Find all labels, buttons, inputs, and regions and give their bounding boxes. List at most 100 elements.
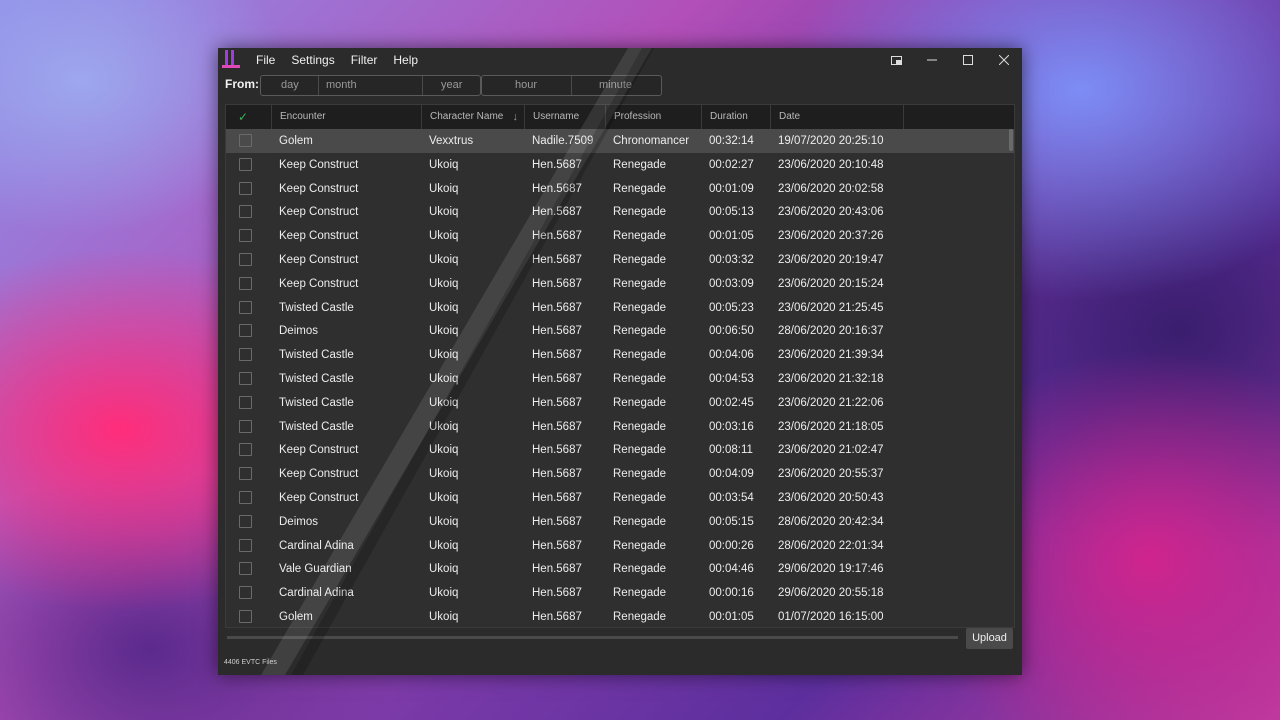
row-checkbox[interactable] <box>239 467 252 481</box>
row-checkbox[interactable] <box>239 157 252 171</box>
cell-profession: Renegade <box>613 158 667 171</box>
cell-character-name: Ukoiq <box>429 373 459 385</box>
table-row[interactable]: Keep Construct Ukoiq Hen.5687 Renegade 00:03… <box>226 248 1014 272</box>
minimize-icon[interactable] <box>914 48 950 72</box>
cell-duration: 00:05:15 <box>709 515 754 528</box>
table-row[interactable]: Keep Construct Ukoiq Hen.5687 Renegade 00:02… <box>226 153 1014 177</box>
table-row[interactable]: Keep Construct Ukoiq Hen.5687 Renegade 00:01… <box>226 224 1014 248</box>
close-icon[interactable] <box>986 48 1022 72</box>
table-row[interactable]: Deimos Ukoiq Hen.5687 Renegade 00:05:15 28/06… <box>226 510 1014 534</box>
cell-duration: 00:02:45 <box>709 396 754 409</box>
cell-encounter: Keep Construct <box>279 182 359 195</box>
table-row[interactable]: Keep Construct Ukoiq Hen.5687 Renegade 00:04… <box>226 462 1014 486</box>
upload-progress-bar <box>227 636 958 639</box>
row-checkbox[interactable] <box>239 324 252 338</box>
row-checkbox[interactable] <box>239 610 252 623</box>
table-row[interactable]: Keep Construct Ukoiq Hen.5687 Renegade 00:05… <box>226 200 1014 224</box>
cell-date: 23/06/2020 20:02:58 <box>778 182 884 195</box>
cell-username: Hen.5687 <box>532 254 582 266</box>
cell-encounter: Keep Construct <box>279 230 359 243</box>
cell-encounter: Twisted Castle <box>279 301 354 314</box>
table-row[interactable]: Twisted Castle Ukoiq Hen.5687 Renegade 00:04… <box>226 343 1014 367</box>
col-duration[interactable]: Duration <box>702 105 771 129</box>
table-row[interactable]: Golem Vexxtrus Nadile.7509 Chronomancer 00:3… <box>226 129 1014 153</box>
cell-profession: Renegade <box>613 206 667 219</box>
row-checkbox[interactable] <box>239 514 252 528</box>
row-checkbox[interactable] <box>239 253 252 266</box>
table-row[interactable]: Keep Construct Ukoiq Hen.5687 Renegade 00:08… <box>226 438 1014 462</box>
col-profession[interactable]: Profession <box>606 105 702 129</box>
menu-settings[interactable]: Settings <box>283 48 342 72</box>
cell-character-name: Ukoiq <box>429 539 459 552</box>
row-checkbox[interactable] <box>239 300 252 314</box>
app-window: File Settings Filter Help From: day mont <box>218 48 1022 675</box>
col-encounter[interactable]: Encounter <box>272 105 422 129</box>
cell-duration: 00:03:09 <box>709 277 754 290</box>
row-checkbox[interactable] <box>239 229 252 243</box>
cell-date: 29/06/2020 19:17:46 <box>778 563 884 576</box>
row-checkbox[interactable] <box>239 443 252 457</box>
date-input[interactable]: day month year <box>260 75 481 96</box>
table-row[interactable]: Keep Construct Ukoiq Hen.5687 Renegade 00:03… <box>226 486 1014 510</box>
table-row[interactable]: Cardinal Adina Ukoiq Hen.5687 Renegade 00:00… <box>226 534 1014 558</box>
day-field[interactable]: day <box>281 76 299 95</box>
cell-character-name: Ukoiq <box>429 468 459 481</box>
row-checkbox[interactable] <box>239 538 252 552</box>
cell-encounter: Keep Construct <box>279 492 359 504</box>
maximize-icon[interactable] <box>950 48 986 72</box>
menu-filter[interactable]: Filter <box>343 48 386 72</box>
row-checkbox[interactable] <box>239 276 252 290</box>
cell-date: 23/06/2020 20:10:48 <box>778 158 884 171</box>
table-row[interactable]: Keep Construct Ukoiq Hen.5687 Renegade 00:01… <box>226 177 1014 201</box>
cell-username: Hen.5687 <box>532 206 582 219</box>
minute-field[interactable]: minute <box>599 76 632 95</box>
row-checkbox[interactable] <box>239 562 252 576</box>
cell-duration: 00:04:46 <box>709 563 754 576</box>
cell-duration: 00:01:09 <box>709 182 754 195</box>
col-character-name[interactable]: Character Name ↓ <box>422 105 525 129</box>
cell-date: 23/06/2020 20:43:06 <box>778 206 884 219</box>
row-checkbox[interactable] <box>239 205 252 219</box>
cell-character-name: Ukoiq <box>429 254 459 266</box>
row-checkbox[interactable] <box>239 181 252 195</box>
cell-duration: 00:04:06 <box>709 349 754 362</box>
cell-duration: 00:04:53 <box>709 373 754 385</box>
hour-field[interactable]: hour <box>515 76 537 95</box>
compact-overlay-icon[interactable] <box>878 48 914 72</box>
cell-username: Hen.5687 <box>532 420 582 433</box>
table-row[interactable]: Cardinal Adina Ukoiq Hen.5687 Renegade 00:00… <box>226 581 1014 605</box>
upload-button[interactable]: Upload <box>966 628 1013 649</box>
cell-date: 23/06/2020 20:55:37 <box>778 468 884 481</box>
table-row[interactable]: Twisted Castle Ukoiq Hen.5687 Renegade 00:05… <box>226 296 1014 320</box>
row-checkbox[interactable] <box>239 586 252 600</box>
row-checkbox[interactable] <box>239 419 252 433</box>
table-row[interactable]: Golem Ukoiq Hen.5687 Renegade 00:01:05 01/07/… <box>226 605 1014 627</box>
from-filter-row: From: day month year hour minute <box>218 74 1022 96</box>
col-date[interactable]: Date <box>771 105 904 129</box>
table-row[interactable]: Twisted Castle Ukoiq Hen.5687 Renegade 00:03… <box>226 415 1014 439</box>
table-row[interactable]: Twisted Castle Ukoiq Hen.5687 Renegade 00:02… <box>226 391 1014 415</box>
row-checkbox[interactable] <box>239 348 252 362</box>
row-checkbox[interactable] <box>239 395 252 409</box>
table-row[interactable]: Keep Construct Ukoiq Hen.5687 Renegade 00:03… <box>226 272 1014 296</box>
row-checkbox[interactable] <box>239 372 252 385</box>
cell-profession: Renegade <box>613 539 667 552</box>
month-field[interactable]: month <box>326 76 357 95</box>
col-username[interactable]: Username <box>525 105 606 129</box>
table-row[interactable]: Deimos Ukoiq Hen.5687 Renegade 00:06:50 28/06… <box>226 319 1014 343</box>
select-all-header[interactable]: ✓ <box>226 105 272 129</box>
cell-profession: Renegade <box>613 587 667 600</box>
table-row[interactable]: Vale Guardian Ukoiq Hen.5687 Renegade 00:04:… <box>226 557 1014 581</box>
row-checkbox[interactable] <box>239 491 252 504</box>
menu-help[interactable]: Help <box>385 48 426 72</box>
menu-file[interactable]: File <box>248 48 283 72</box>
cell-date: 28/06/2020 20:42:34 <box>778 515 884 528</box>
time-input[interactable]: hour minute <box>481 75 662 96</box>
cell-encounter: Vale Guardian <box>279 563 352 576</box>
vertical-scrollbar[interactable] <box>1009 129 1013 151</box>
row-checkbox[interactable] <box>239 134 252 147</box>
year-field[interactable]: year <box>441 76 462 95</box>
cell-date: 23/06/2020 21:02:47 <box>778 444 884 457</box>
table-row[interactable]: Twisted Castle Ukoiq Hen.5687 Renegade 00:04… <box>226 367 1014 391</box>
cell-duration: 00:00:16 <box>709 587 754 600</box>
